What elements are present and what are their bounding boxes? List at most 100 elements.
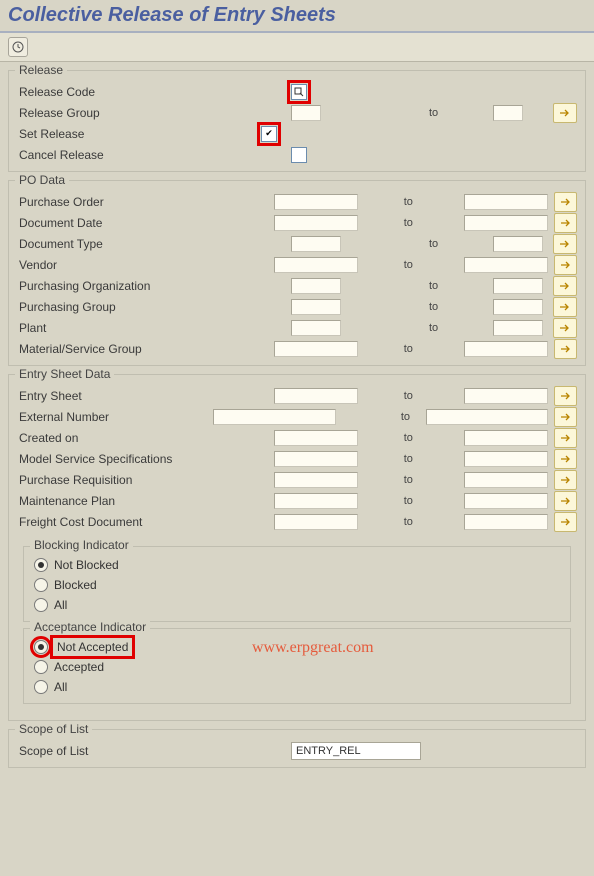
scope-of-list-legend: Scope of List (15, 722, 92, 736)
document-date-multi-button[interactable] (554, 213, 577, 233)
arrow-right-icon (560, 517, 572, 527)
execute-button[interactable] (8, 37, 28, 57)
release-code-search-button[interactable] (291, 84, 307, 100)
arrow-right-icon (560, 475, 572, 485)
external-number-from-input[interactable] (213, 409, 336, 425)
release-group-multi-button[interactable] (553, 103, 577, 123)
blocked-label: Blocked (54, 578, 97, 592)
arrow-right-icon (560, 454, 572, 464)
accepted-radio[interactable] (34, 660, 48, 674)
purchase-req-from-input[interactable] (274, 472, 358, 488)
purchase-order-label: Purchase Order (17, 195, 206, 209)
material-service-group-multi-button[interactable] (554, 339, 577, 359)
blocking-indicator-section: Blocking Indicator Not Blocked Blocked A… (23, 546, 571, 622)
cancel-release-checkbox[interactable] (291, 147, 307, 163)
arrow-right-icon (560, 496, 572, 506)
document-type-to-input[interactable] (493, 236, 543, 252)
not-blocked-radio[interactable] (34, 558, 48, 572)
freight-cost-doc-from-input[interactable] (274, 514, 358, 530)
created-on-multi-button[interactable] (554, 428, 577, 448)
purchasing-org-to-input[interactable] (493, 278, 543, 294)
maintenance-plan-to-input[interactable] (464, 493, 548, 509)
plant-from-input[interactable] (291, 320, 341, 336)
document-type-multi-button[interactable] (553, 234, 577, 254)
scope-of-list-label: Scope of List (17, 744, 219, 758)
external-number-multi-button[interactable] (554, 407, 577, 427)
document-date-from-input[interactable] (274, 215, 358, 231)
arrow-right-icon (559, 108, 571, 118)
entry-sheet-to-input[interactable] (464, 388, 548, 404)
not-accepted-radio[interactable] (34, 640, 48, 654)
arrow-right-icon (559, 281, 571, 291)
cancel-release-label: Cancel Release (17, 148, 219, 162)
acceptance-all-label: All (54, 680, 67, 694)
clock-icon (12, 41, 24, 53)
release-group-to-input[interactable] (493, 105, 523, 121)
purchasing-org-label: Purchasing Organization (17, 279, 219, 293)
material-service-group-label: Material/Service Group (17, 342, 206, 356)
release-legend: Release (15, 63, 67, 77)
plant-multi-button[interactable] (553, 318, 577, 338)
external-number-to-input[interactable] (426, 409, 549, 425)
purchasing-group-to-input[interactable] (493, 299, 543, 315)
plant-to-input[interactable] (493, 320, 543, 336)
scope-of-list-section: Scope of List Scope of List ENTRY_REL (8, 729, 586, 768)
accepted-label: Accepted (54, 660, 104, 674)
document-date-to-input[interactable] (464, 215, 548, 231)
entry-sheet-data-legend: Entry Sheet Data (15, 367, 114, 381)
purchasing-org-multi-button[interactable] (553, 276, 577, 296)
model-service-spec-to-input[interactable] (464, 451, 548, 467)
freight-cost-doc-to-input[interactable] (464, 514, 548, 530)
entry-sheet-multi-button[interactable] (554, 386, 577, 406)
maintenance-plan-multi-button[interactable] (554, 491, 577, 511)
blocking-all-radio[interactable] (34, 598, 48, 612)
purchasing-org-from-input[interactable] (291, 278, 341, 294)
document-date-label: Document Date (17, 216, 206, 230)
blocking-indicator-legend: Blocking Indicator (30, 538, 133, 552)
vendor-from-input[interactable] (274, 257, 358, 273)
freight-cost-doc-label: Freight Cost Document (17, 515, 206, 529)
model-service-spec-from-input[interactable] (274, 451, 358, 467)
model-service-spec-multi-button[interactable] (554, 449, 577, 469)
not-blocked-label: Not Blocked (54, 558, 119, 572)
material-service-group-from-input[interactable] (274, 341, 358, 357)
vendor-to-input[interactable] (464, 257, 548, 273)
purchase-req-multi-button[interactable] (554, 470, 577, 490)
arrow-right-icon (560, 197, 572, 207)
maintenance-plan-label: Maintenance Plan (17, 494, 206, 508)
purchasing-group-multi-button[interactable] (553, 297, 577, 317)
toolbar (0, 33, 594, 62)
plant-label: Plant (17, 321, 219, 335)
purchase-order-multi-button[interactable] (554, 192, 577, 212)
created-on-to-input[interactable] (464, 430, 548, 446)
scope-of-list-input[interactable]: ENTRY_REL (291, 742, 421, 760)
arrow-right-icon (560, 344, 572, 354)
release-group-from-input[interactable] (291, 105, 321, 121)
entry-sheet-from-input[interactable] (274, 388, 358, 404)
vendor-multi-button[interactable] (554, 255, 577, 275)
freight-cost-doc-multi-button[interactable] (554, 512, 577, 532)
purchase-order-from-input[interactable] (274, 194, 358, 210)
po-data-section: PO Data Purchase Order to Document Date … (8, 180, 586, 366)
purchase-req-to-input[interactable] (464, 472, 548, 488)
arrow-right-icon (560, 218, 572, 228)
purchase-req-label: Purchase Requisition (17, 473, 206, 487)
created-on-from-input[interactable] (274, 430, 358, 446)
purchase-order-to-input[interactable] (464, 194, 548, 210)
arrow-right-icon (559, 323, 571, 333)
blocked-radio[interactable] (34, 578, 48, 592)
material-service-group-to-input[interactable] (464, 341, 548, 357)
po-data-legend: PO Data (15, 173, 69, 187)
release-group-to-label: to (429, 107, 449, 119)
arrow-right-icon (559, 239, 571, 249)
purchasing-group-from-input[interactable] (291, 299, 341, 315)
arrow-right-icon (560, 412, 572, 422)
acceptance-all-radio[interactable] (34, 680, 48, 694)
arrow-right-icon (560, 391, 572, 401)
release-section: Release Release Code Release Group to Se… (8, 70, 586, 172)
maintenance-plan-from-input[interactable] (274, 493, 358, 509)
set-release-checkbox[interactable]: ✔ (261, 126, 277, 142)
created-on-label: Created on (17, 431, 206, 445)
acceptance-indicator-section: Acceptance Indicator Not Accepted Accept… (23, 628, 571, 704)
document-type-from-input[interactable] (291, 236, 341, 252)
